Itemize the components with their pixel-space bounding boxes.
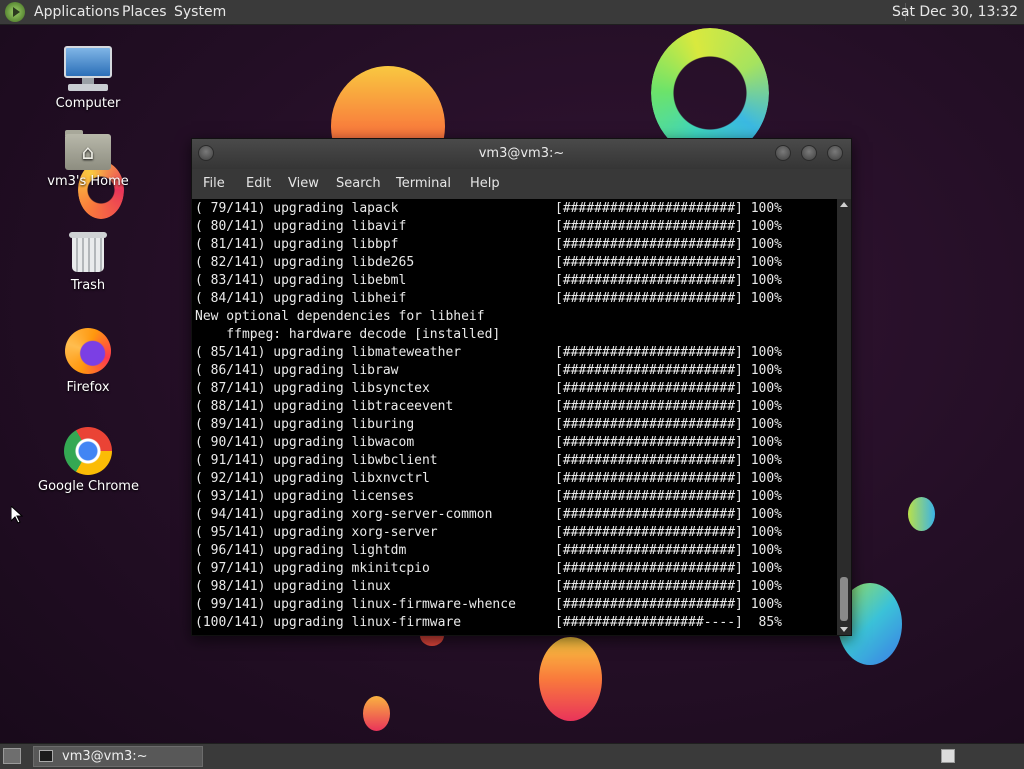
terminal-menubar: File Edit View Search Terminal Help [192,169,851,199]
window-title: vm3@vm3:~ [478,146,565,161]
terminal-line: ( 84/141) upgrading libheif [###########… [195,291,782,306]
terminal-line: ( 97/141) upgrading mkinitcpio [########… [195,561,782,576]
terminal-scrollbar[interactable] [837,199,851,635]
terminal-line: (100/141) upgrading linux-firmware [####… [195,615,782,630]
wallpaper-shape [908,497,935,531]
desktop-icon-chrome[interactable]: Google Chrome [38,427,139,494]
menu-system[interactable]: System [174,4,226,20]
scroll-up-icon[interactable] [840,202,848,207]
menu-help[interactable]: Help [470,176,500,191]
distro-logo-icon[interactable] [5,2,25,22]
desktop-icon-label: Google Chrome [38,479,139,494]
terminal-line: ( 98/141) upgrading linux [#############… [195,579,782,594]
scrollbar-thumb[interactable] [840,577,848,621]
terminal-line: ( 89/141) upgrading liburing [##########… [195,417,782,432]
show-desktop-icon[interactable] [3,748,21,764]
menu-terminal[interactable]: Terminal [396,176,451,191]
bottom-panel: vm3@vm3:~ [0,743,1024,769]
terminal-line: New optional dependencies for libheif [195,309,485,324]
wallpaper-shape [539,637,602,721]
terminal-line: ( 99/141) upgrading linux-firmware-whenc… [195,597,782,612]
terminal-line: ( 95/141) upgrading xorg-server [#######… [195,525,782,540]
terminal-line: ( 83/141) upgrading libebml [###########… [195,273,782,288]
terminal-line: ( 80/141) upgrading libavif [###########… [195,219,782,234]
desktop-icon-label: Trash [70,278,106,293]
computer-icon [64,46,112,92]
desktop-icon-computer[interactable]: Computer [38,46,138,111]
desktop-icon-label: vm3's Home [47,174,129,189]
terminal-line: ( 87/141) upgrading libsynctex [########… [195,381,782,396]
desktop-icon-firefox[interactable]: Firefox [38,328,138,395]
terminal-line: ffmpeg: hardware decode [installed] [195,327,501,342]
desktop-icon-label: Firefox [66,380,110,395]
menu-search[interactable]: Search [336,176,381,191]
terminal-line: ( 88/141) upgrading libtraceevent [#####… [195,399,782,414]
menu-applications[interactable]: Applications [34,4,120,20]
home-folder-icon: ⌂ [65,130,111,170]
clock[interactable]: Sat Dec 30, 13:32 [892,4,1018,20]
terminal-line: ( 82/141) upgrading libde265 [##########… [195,255,782,270]
maximize-button[interactable] [801,145,817,161]
menu-view[interactable]: View [288,176,319,191]
wallpaper-shape [363,696,390,731]
workspace-switcher[interactable] [941,749,955,763]
terminal-line: ( 79/141) upgrading lapack [############… [195,201,782,216]
trash-icon [69,230,107,274]
chrome-icon [64,427,112,475]
terminal-icon [39,750,53,762]
menu-edit[interactable]: Edit [246,176,271,191]
close-button[interactable] [827,145,843,161]
taskbar-item-label: vm3@vm3:~ [62,749,148,764]
scroll-down-icon[interactable] [840,627,848,632]
menu-file[interactable]: File [203,176,225,191]
terminal-window[interactable]: vm3@vm3:~ File Edit View Search Terminal… [191,138,852,636]
desktop-icon-home[interactable]: ⌂ vm3's Home [38,130,138,189]
terminal-line: ( 96/141) upgrading lightdm [###########… [195,543,782,558]
desktop-icon-trash[interactable]: Trash [38,230,138,293]
terminal-line: ( 85/141) upgrading libmateweather [####… [195,345,782,360]
menu-places[interactable]: Places [122,4,167,20]
taskbar-item-terminal[interactable]: vm3@vm3:~ [33,746,203,767]
desktop-icon-label: Computer [55,96,121,111]
minimize-button[interactable] [775,145,791,161]
terminal-line: ( 94/141) upgrading xorg-server-common [… [195,507,782,522]
window-titlebar[interactable]: vm3@vm3:~ [192,139,851,169]
terminal-line: ( 91/141) upgrading libwbclient [#######… [195,453,782,468]
terminal-line: ( 90/141) upgrading libwacom [##########… [195,435,782,450]
terminal-line: ( 92/141) upgrading libxnvctrl [########… [195,471,782,486]
terminal-output[interactable]: ( 79/141) upgrading lapack [############… [192,199,837,635]
terminal-line: ( 86/141) upgrading libraw [############… [195,363,782,378]
terminal-line: ( 93/141) upgrading licenses [##########… [195,489,782,504]
terminal-line: ( 81/141) upgrading libbpf [############… [195,237,782,252]
firefox-icon [65,328,111,374]
top-panel: Applications Places System Sat Dec 30, 1… [0,0,1024,25]
